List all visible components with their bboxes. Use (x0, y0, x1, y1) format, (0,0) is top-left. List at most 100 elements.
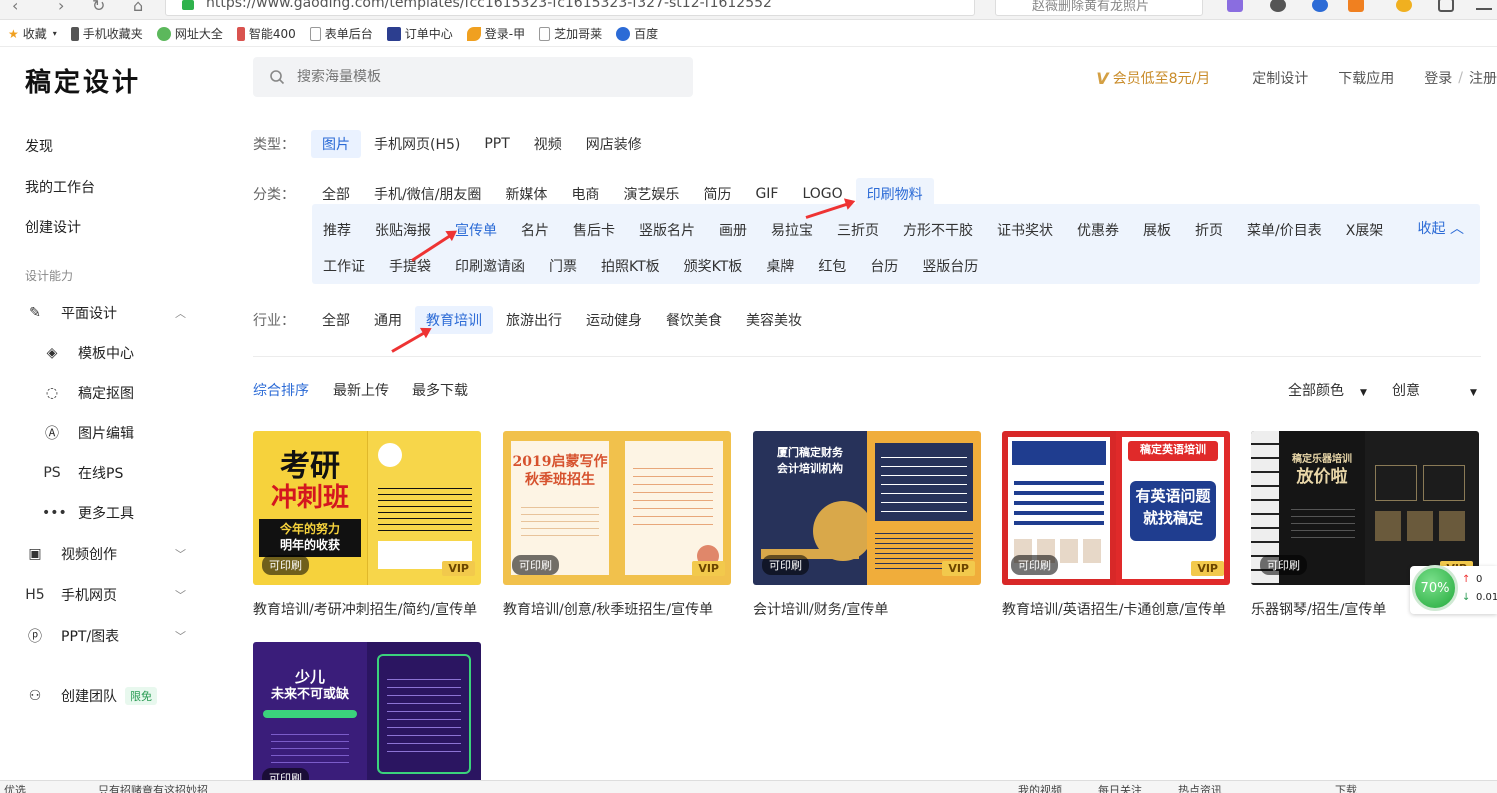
vip-promo-link[interactable]: V 会员低至8元/月 (1096, 68, 1210, 88)
sort-most-downloaded[interactable]: 最多下载 (412, 380, 468, 400)
network-speed-widget[interactable]: 70% ↑ 0 ↓ 0.01 (1410, 565, 1497, 614)
sub-category-option[interactable]: 台历 (859, 252, 909, 280)
template-title[interactable]: 会计培训/财务/宣传单 (753, 599, 981, 619)
translate-icon[interactable] (1227, 0, 1243, 12)
template-card[interactable]: 稿定英语培训 有英语问题 就找稿定 可印刷 VIP 教育培训/英语招生/卡通创意… (1002, 431, 1230, 619)
home-icon[interactable]: ⌂ (133, 0, 143, 15)
sort-comprehensive[interactable]: 综合排序 (253, 380, 309, 400)
sort-latest[interactable]: 最新上传 (333, 380, 389, 400)
industry-option[interactable]: 餐饮美食 (655, 306, 733, 334)
bookmark-item[interactable]: 登录-甲 (466, 25, 525, 42)
bookmark-item[interactable]: 百度 (616, 25, 658, 42)
status-item[interactable]: 热点资讯 (1178, 782, 1222, 793)
sub-category-option[interactable]: 推荐 (312, 216, 362, 244)
sub-category-option[interactable]: 红包 (807, 252, 857, 280)
login-link[interactable]: 登录 (1424, 68, 1452, 88)
type-option[interactable]: 视频 (523, 130, 573, 158)
bookmark-item[interactable]: ★ 收藏 ▾ (8, 25, 57, 42)
sidebar-item-more-tools[interactable]: ••• 更多工具 (42, 503, 134, 523)
sub-category-option[interactable]: 张贴海报 (364, 216, 442, 244)
minimize-icon[interactable] (1476, 8, 1492, 10)
download-app-link[interactable]: 下载应用 (1338, 68, 1394, 88)
sub-category-option[interactable]: 方形不干胶 (892, 216, 984, 244)
sub-category-option[interactable]: 工作证 (312, 252, 376, 280)
sub-category-option[interactable]: 桌牌 (755, 252, 805, 280)
sidebar-item-workspace[interactable]: 我的工作台 (25, 177, 95, 197)
sidebar-item-template-center[interactable]: ◈ 模板中心 (42, 343, 134, 363)
template-thumbnail[interactable]: 稿定乐器培训 放价啦 可印刷 VIP (1251, 431, 1479, 585)
status-item[interactable]: 优选 (4, 782, 26, 793)
sub-category-option[interactable]: 竖版台历 (911, 252, 989, 280)
game-icon[interactable] (1348, 0, 1364, 12)
sub-category-option[interactable]: 拍照KT板 (590, 252, 671, 280)
template-thumbnail[interactable]: 少儿 未来不可或缺 可印刷 (253, 642, 481, 782)
template-thumbnail[interactable]: 2019启蒙写作 秋季班招生 可印刷 VIP (503, 431, 731, 585)
sidebar-item-team[interactable]: ⚇ 创建团队 限免 (25, 686, 157, 706)
sub-category-option[interactable]: 菜单/价目表 (1236, 216, 1333, 244)
grid-icon[interactable] (1438, 0, 1454, 12)
sidebar-item-image-edit[interactable]: Ⓐ 图片编辑 (42, 423, 134, 443)
type-option[interactable]: 网店装修 (575, 130, 653, 158)
sidebar-item-h5[interactable]: H5 手机网页 ﹀ (25, 585, 186, 605)
sub-category-option[interactable]: X展架 (1335, 216, 1395, 244)
custom-design-link[interactable]: 定制设计 (1252, 68, 1308, 88)
sub-category-option[interactable]: 证书奖状 (986, 216, 1064, 244)
template-search[interactable] (253, 57, 693, 97)
sub-category-option[interactable]: 优惠券 (1066, 216, 1130, 244)
collapse-button[interactable]: 收起 ︿ (1418, 218, 1464, 238)
status-item[interactable]: 只有招赌竟有这招妙招 (98, 782, 208, 793)
bookmark-item[interactable]: 手机收藏夹 (70, 25, 143, 42)
site-logo[interactable]: 稿定设计 (25, 62, 141, 99)
back-icon[interactable]: ‹ (12, 0, 18, 15)
template-title[interactable]: 教育培训/英语招生/卡通创意/宣传单 (1002, 599, 1230, 619)
coin-icon[interactable] (1396, 0, 1412, 12)
bookmark-item[interactable]: 网址大全 (156, 25, 223, 42)
register-link[interactable]: 注册 (1469, 68, 1497, 88)
refresh-icon[interactable]: ↻ (92, 0, 105, 15)
sub-category-option[interactable]: 易拉宝 (760, 216, 824, 244)
address-bar[interactable]: https://www.gaoding.com/templates/fcc161… (165, 0, 975, 16)
industry-option[interactable]: 运动健身 (575, 306, 653, 334)
sidebar-item-online-ps[interactable]: PS 在线PS (42, 463, 123, 483)
magnifier-icon[interactable] (1312, 0, 1328, 12)
industry-option[interactable]: 美容美妆 (735, 306, 813, 334)
bookmark-item[interactable]: 智能400 (236, 25, 296, 42)
sub-category-option[interactable]: 门票 (538, 252, 588, 280)
type-option[interactable]: 图片 (311, 130, 361, 158)
color-dropdown[interactable]: 全部颜色 ▼ (1288, 380, 1367, 400)
sub-category-option[interactable]: 画册 (708, 216, 758, 244)
sidebar-item-ppt[interactable]: ⓟ PPT/图表 ﹀ (25, 626, 186, 646)
forward-icon[interactable]: › (58, 0, 64, 15)
status-item[interactable]: 下载 (1335, 782, 1357, 793)
scissors-icon[interactable] (1270, 0, 1286, 12)
industry-option[interactable]: 全部 (311, 306, 361, 334)
template-card[interactable]: 厦门稿定财务 会计培训机构 可印刷 VIP 会计培训/财务/宣传单 (753, 431, 981, 619)
sub-category-option[interactable]: 手提袋 (378, 252, 442, 280)
style-dropdown[interactable]: 创意 ▼ (1392, 380, 1477, 400)
sub-category-option[interactable]: 竖版名片 (628, 216, 706, 244)
template-thumbnail[interactable]: 厦门稿定财务 会计培训机构 可印刷 VIP (753, 431, 981, 585)
template-thumbnail[interactable]: 考研 冲刺班 今年的努力 明年的收获 可印刷 VIP (253, 431, 481, 585)
sub-category-option[interactable]: 名片 (510, 216, 560, 244)
template-card[interactable]: 少儿 未来不可或缺 可印刷 (253, 642, 481, 782)
industry-option[interactable]: 旅游出行 (495, 306, 573, 334)
template-title[interactable]: 教育培训/创意/秋季班招生/宣传单 (503, 599, 731, 619)
sub-category-option[interactable]: 折页 (1184, 216, 1234, 244)
sidebar-item-discover[interactable]: 发现 (25, 136, 53, 156)
industry-option[interactable]: 通用 (363, 306, 413, 334)
bookmark-item[interactable]: 订单中心 (386, 25, 453, 42)
sub-category-option[interactable]: 三折页 (826, 216, 890, 244)
status-item[interactable]: 每日关注 (1098, 782, 1142, 793)
type-option[interactable]: 手机网页(H5) (363, 130, 471, 158)
template-card[interactable]: 2019启蒙写作 秋季班招生 可印刷 VIP 教育培训/创意/秋季班招生/宣传单 (503, 431, 731, 619)
sidebar-item-graphic[interactable]: ✎ 平面设计 ︿ (25, 303, 186, 323)
sidebar-item-create[interactable]: 创建设计 (25, 217, 81, 237)
sub-category-option[interactable]: 展板 (1132, 216, 1182, 244)
template-card[interactable]: 考研 冲刺班 今年的努力 明年的收获 可印刷 VIP 教育培训/考研冲刺招生/简… (253, 431, 481, 619)
sub-category-option[interactable]: 售后卡 (562, 216, 626, 244)
sub-category-option[interactable]: 颁奖KT板 (673, 252, 754, 280)
template-thumbnail[interactable]: 稿定英语培训 有英语问题 就找稿定 可印刷 VIP (1002, 431, 1230, 585)
sidebar-item-video[interactable]: ▣ 视频创作 ﹀ (25, 544, 186, 564)
template-title[interactable]: 教育培训/考研冲刺招生/简约/宣传单 (253, 599, 481, 619)
bookmark-item[interactable]: 表单后台 (309, 25, 373, 42)
